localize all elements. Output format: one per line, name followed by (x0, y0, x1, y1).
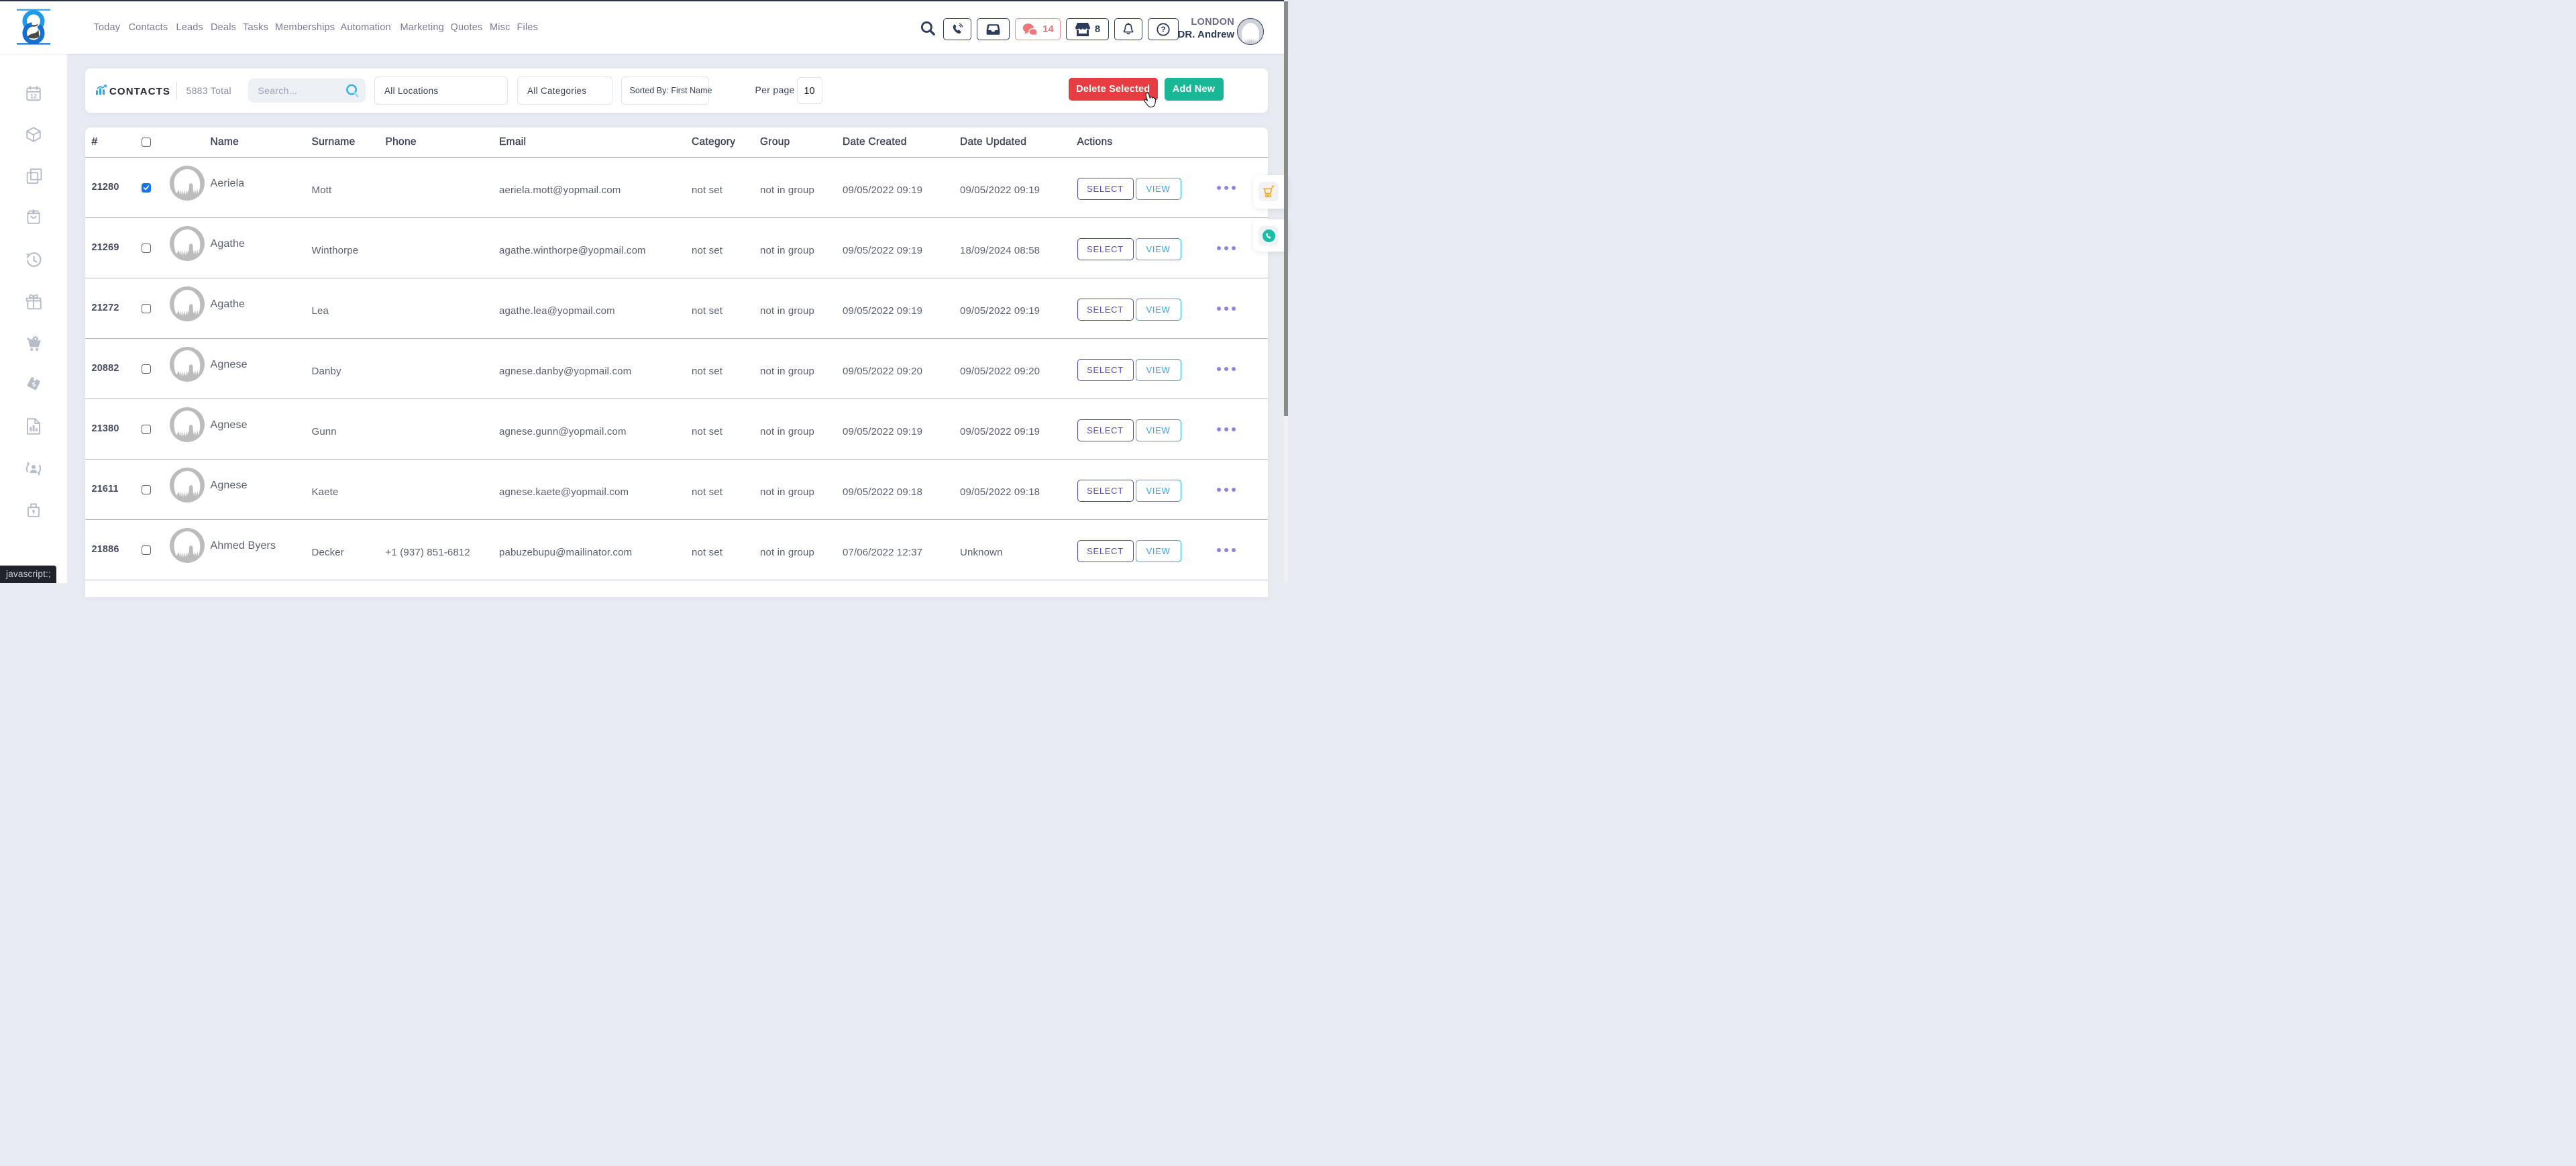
svg-text:12: 12 (30, 93, 37, 100)
svg-text:?: ? (1161, 25, 1165, 34)
